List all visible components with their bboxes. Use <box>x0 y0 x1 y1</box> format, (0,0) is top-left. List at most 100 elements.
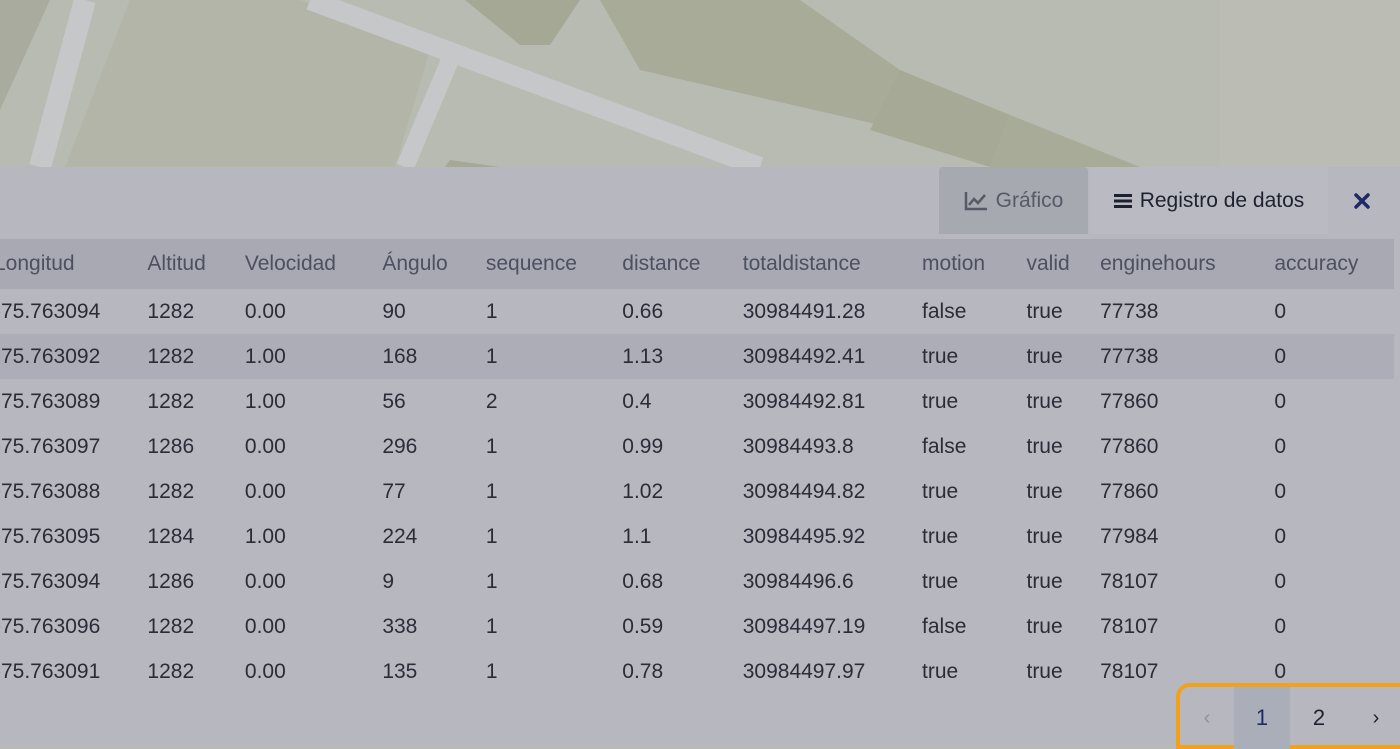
table-cell: true <box>922 389 959 413</box>
pagination-prev-button[interactable]: ‹ <box>1180 687 1234 749</box>
table-cell: 30984495.92 <box>742 524 866 548</box>
table-cell: true <box>922 344 959 368</box>
table-cell: 0.78 <box>622 659 664 683</box>
table-cell: false <box>922 614 967 638</box>
table-cell: 1.02 <box>622 479 664 503</box>
table-cell: 30984491.28 <box>742 299 866 323</box>
map-tiles <box>0 0 1400 167</box>
column-header[interactable]: Longitud <box>0 239 147 289</box>
table-cell: -75.763096 <box>0 614 101 638</box>
table-cell: 0.66 <box>622 299 664 323</box>
table-cell: 1 <box>485 434 498 458</box>
column-header[interactable]: totaldistance <box>743 239 922 289</box>
table-row[interactable]: -75.763097 1286 0.00 296 1 0.99 30984493.8 fals… <box>0 424 1394 469</box>
column-header[interactable]: Altitud <box>147 239 245 289</box>
table-cell: -75.763092 <box>0 344 101 368</box>
table-cell: 1 <box>485 299 498 323</box>
table-cell: 30984497.97 <box>742 659 866 683</box>
table-cell: 30984494.82 <box>742 479 866 503</box>
pagination-page-1[interactable]: 1 <box>1234 687 1290 749</box>
column-header[interactable]: Ángulo <box>382 239 486 289</box>
table-cell: 1282 <box>147 344 195 368</box>
table-body: -75.763094 1282 0.00 90 1 0.66 30984491.28 fals… <box>0 289 1394 689</box>
table-cell: 0.68 <box>622 569 664 593</box>
table-cell: true <box>922 479 959 503</box>
table-cell: 1.00 <box>244 344 286 368</box>
table-row[interactable]: -75.763096 1282 0.00 338 1 0.59 30984497.19 fal… <box>0 604 1394 649</box>
table-cell: -75.763095 <box>0 524 101 548</box>
table-cell: 1282 <box>147 614 195 638</box>
table-cell: 0.00 <box>244 659 286 683</box>
pagination: ‹ 1 2 › <box>1176 683 1400 749</box>
table-cell: 1282 <box>147 299 195 323</box>
table-cell: 77738 <box>1100 299 1159 323</box>
table-cell: 1.1 <box>622 524 652 548</box>
column-header[interactable]: distance <box>622 239 742 289</box>
pagination-page-2[interactable]: 2 <box>1290 687 1348 749</box>
table-cell: 1282 <box>147 389 195 413</box>
table-cell: 1284 <box>147 524 195 548</box>
table-cell: 2 <box>485 389 498 413</box>
line-chart-icon <box>964 191 988 211</box>
table-row[interactable]: -75.763094 1282 0.00 90 1 0.66 30984491.28 fals… <box>0 289 1394 334</box>
table-cell: true <box>1026 299 1063 323</box>
table-cell: true <box>922 569 959 593</box>
column-header[interactable]: valid <box>1026 239 1100 289</box>
chart-tab-button[interactable]: Gráfico <box>939 167 1088 234</box>
data-table-container[interactable]: Longitud Altitud Velocidad Ángulo sequence di… <box>0 239 1400 689</box>
table-cell: 0.00 <box>244 299 286 323</box>
table-cell: true <box>1026 659 1063 683</box>
table-cell: 296 <box>382 434 418 458</box>
table-row[interactable]: -75.763095 1284 1.00 224 1 1.1 30984495.92 true… <box>0 514 1394 559</box>
column-header[interactable]: Velocidad <box>245 239 382 289</box>
table-cell: 1286 <box>147 569 195 593</box>
close-icon <box>1354 192 1370 209</box>
table-cell: 168 <box>382 344 418 368</box>
table-cell: 0.00 <box>244 614 286 638</box>
table-cell: 1282 <box>147 659 195 683</box>
table-cell: false <box>922 299 967 323</box>
table-cell: 1 <box>485 569 498 593</box>
data-log-tab-button[interactable]: Registro de datos <box>1090 167 1328 234</box>
table-cell: 1.00 <box>244 389 286 413</box>
table-row[interactable]: -75.763089 1282 1.00 56 2 0.4 30984492.81 true t… <box>0 379 1394 424</box>
column-header[interactable]: accuracy <box>1274 239 1394 289</box>
table-cell: -75.763091 <box>0 659 101 683</box>
table-cell: 77738 <box>1100 344 1159 368</box>
table-cell: 30984492.41 <box>742 344 866 368</box>
close-button[interactable] <box>1340 167 1384 234</box>
table-row[interactable]: -75.763088 1282 0.00 77 1 1.02 30984494.82 true… <box>0 469 1394 514</box>
column-header[interactable]: motion <box>922 239 1026 289</box>
table-cell: 1 <box>485 479 498 503</box>
table-cell: true <box>1026 344 1063 368</box>
table-cell: 1 <box>485 524 498 548</box>
table-cell: 1.13 <box>622 344 664 368</box>
table-cell: 77860 <box>1100 389 1159 413</box>
chart-tab-label: Gráfico <box>995 188 1064 212</box>
table-cell: 30984496.6 <box>742 569 854 593</box>
table-cell: 0.00 <box>244 569 286 593</box>
table-cell: 90 <box>382 299 406 323</box>
table-cell: true <box>922 659 959 683</box>
table-row[interactable]: -75.763092 1282 1.00 168 1 1.13 30984492.41 tru… <box>0 334 1394 379</box>
table-cell: true <box>1026 524 1063 548</box>
column-header[interactable]: enginehours <box>1100 239 1274 289</box>
table-cell: -75.763088 <box>0 479 101 503</box>
table-cell: 0 <box>1274 434 1287 458</box>
column-header[interactable]: sequence <box>486 239 622 289</box>
table-cell: true <box>1026 614 1063 638</box>
table-cell: 0 <box>1274 479 1287 503</box>
table-cell: 30984497.19 <box>742 614 866 638</box>
pagination-next-button[interactable]: › <box>1348 687 1400 749</box>
table-cell: true <box>1026 389 1063 413</box>
table-cell: 77860 <box>1100 434 1159 458</box>
table-cell: -75.763094 <box>0 299 101 323</box>
table-cell: 1.00 <box>244 524 286 548</box>
table-cell: true <box>1026 479 1063 503</box>
map-background[interactable] <box>0 0 1400 167</box>
table-row[interactable]: -75.763094 1286 0.00 9 1 0.68 30984496.6 true tr… <box>0 559 1394 604</box>
table-cell: 77984 <box>1100 524 1159 548</box>
table-cell: 78107 <box>1100 569 1159 593</box>
panel-toolbar: Gráfico Registro de datos <box>0 167 1400 239</box>
table-cell: 0.99 <box>622 434 664 458</box>
